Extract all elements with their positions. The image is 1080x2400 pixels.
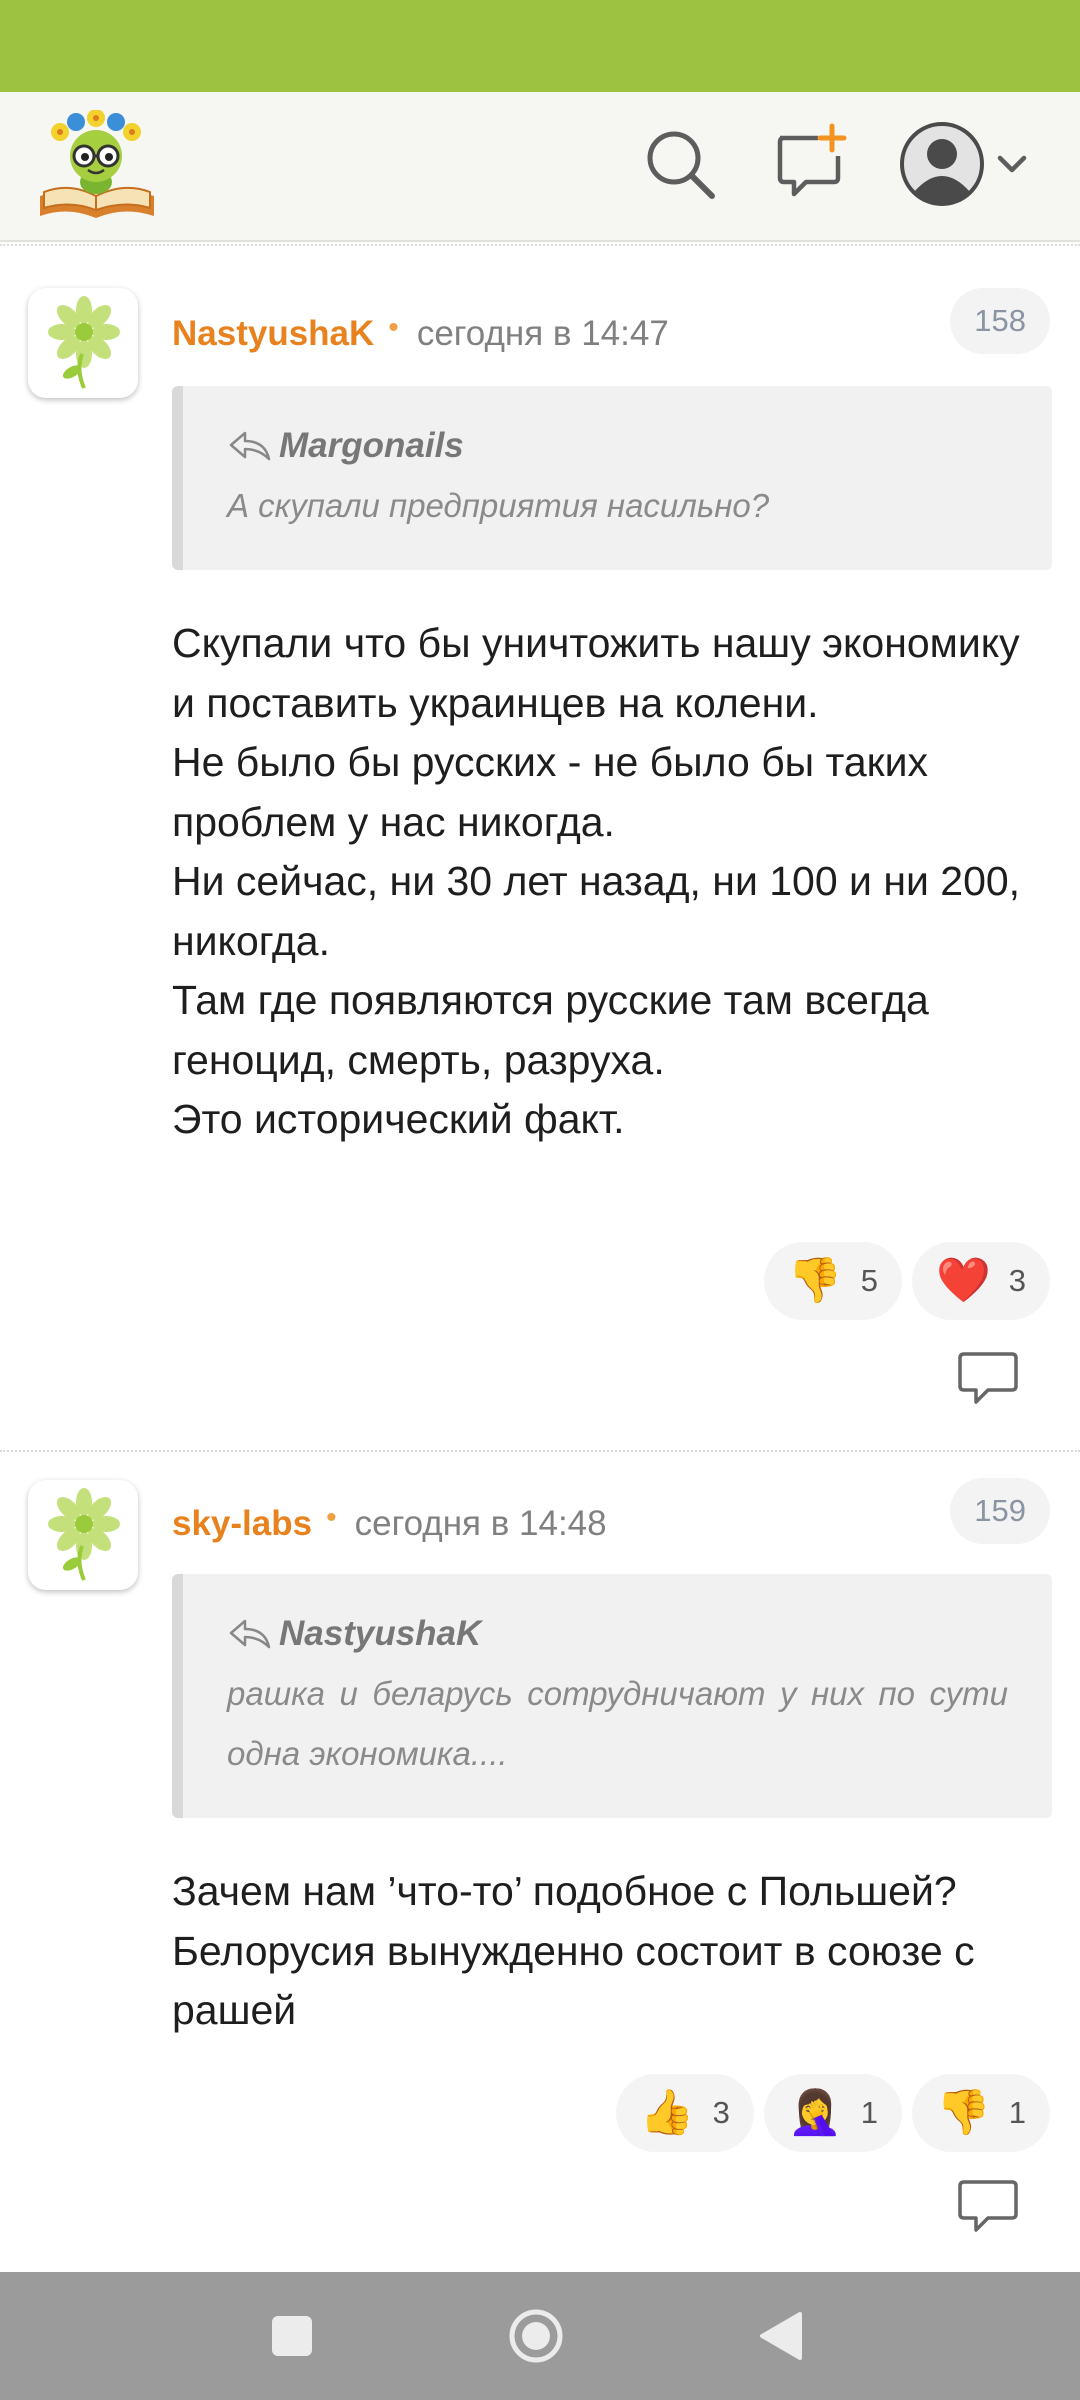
reaction-thumbs-down[interactable]: 👎 5 [763, 1242, 902, 1320]
reaction-count: 5 [860, 1263, 878, 1298]
comment-paragraph: Скупали что бы уничтожить нашу экономику… [172, 620, 1020, 726]
author-avatar[interactable] [28, 1480, 138, 1590]
reactions-bar: 👍 3 🤦‍♀️ 1 👎 1 [615, 2074, 1050, 2152]
new-message-icon[interactable] [772, 122, 852, 202]
comment-paragraph: Не было бы русских - не было бы таких пр… [172, 739, 928, 845]
thumbs-down-icon: 👎 [787, 1256, 843, 1305]
system-navigation-bar [0, 2272, 1080, 2400]
comment-paragraph: Там где появляются русские там всегда ге… [172, 977, 929, 1083]
reaction-thumbs-down[interactable]: 👎 1 [911, 2074, 1050, 2152]
search-icon[interactable] [640, 124, 720, 204]
quote-author: NastyushaK [227, 1604, 1008, 1664]
quote-text: А скупали предприятия насильно? [227, 487, 770, 524]
comment-meta: sky-labs • сегодня в 14:48 [172, 1494, 607, 1554]
meta-separator: • [388, 311, 399, 344]
user-profile-menu-button[interactable] [896, 118, 1036, 210]
comment-paragraph: Ни сейчас, ни 30 лет назад, ни 100 и ни … [172, 858, 1021, 964]
comment-paragraph: Белорусия вынужденно состоит в союзе с р… [172, 1927, 975, 2034]
reading-bookworm-logo-icon[interactable] [34, 109, 160, 222]
quote-author: Margonails [227, 416, 1008, 476]
status-bar [0, 0, 1080, 92]
triangle-back-icon[interactable] [756, 2310, 806, 2362]
reply-arrow-icon [229, 431, 271, 461]
thumbs-down-icon: 👎 [935, 2088, 991, 2137]
header-divider [0, 244, 1080, 246]
thumbs-up-icon: 👍 [639, 2088, 695, 2137]
comment-paragraph: Зачем нам ’что-то’ подобное с Польшей? [172, 1868, 957, 1914]
comment: sky-labs • сегодня в 14:48 159 Nastyusha… [0, 1452, 1080, 2272]
square-recents-icon[interactable] [270, 2314, 314, 2358]
heart-icon: ❤️ [935, 1256, 991, 1305]
comment-body: Зачем нам ’что-то’ подобное с Польшей? Б… [172, 1862, 1052, 2041]
facepalm-icon: 🤦‍♀️ [787, 2088, 843, 2137]
author-name[interactable]: sky-labs [172, 1504, 312, 1544]
comment-meta: NastyushaK • сегодня в 14:47 [172, 304, 669, 364]
comment-number-badge[interactable]: 159 [950, 1478, 1050, 1544]
reaction-count: 3 [1008, 1263, 1026, 1298]
reply-comment-icon[interactable] [956, 1350, 1020, 1406]
reaction-thumbs-up[interactable]: 👍 3 [615, 2074, 754, 2152]
comment-number-badge[interactable]: 158 [950, 288, 1050, 354]
quoted-reply[interactable]: NastyushaK рашка и беларусь сотрудничают… [172, 1574, 1052, 1818]
comment-body: Скупали что бы уничтожить нашу экономику… [172, 614, 1052, 1150]
quote-author-name: NastyushaK [279, 1614, 482, 1653]
comment: NastyushaK • сегодня в 14:47 158 Margona… [0, 260, 1080, 1450]
circle-home-icon[interactable] [508, 2308, 564, 2364]
reactions-bar: 👎 5 ❤️ 3 [763, 1242, 1050, 1320]
author-avatar[interactable] [28, 288, 138, 398]
quote-author-name: Margonails [279, 426, 464, 465]
comment-time: сегодня в 14:48 [354, 1504, 607, 1543]
reaction-heart[interactable]: ❤️ 3 [911, 1242, 1050, 1320]
reaction-count: 3 [712, 2095, 730, 2130]
reaction-count: 1 [1008, 2095, 1026, 2130]
quoted-reply[interactable]: Margonails А скупали предприятия насильн… [172, 386, 1052, 570]
meta-separator: • [326, 1501, 337, 1534]
quote-text: рашка и беларусь сотрудничают у них по с… [227, 1675, 1008, 1772]
comment-time: сегодня в 14:47 [416, 314, 669, 353]
reaction-facepalm[interactable]: 🤦‍♀️ 1 [763, 2074, 902, 2152]
app-header [0, 92, 1080, 242]
reply-arrow-icon [229, 1619, 271, 1649]
reaction-count: 1 [860, 2095, 878, 2130]
author-name[interactable]: NastyushaK [172, 314, 374, 354]
reply-comment-icon[interactable] [956, 2178, 1020, 2234]
comment-paragraph: Это исторический факт. [172, 1096, 625, 1142]
